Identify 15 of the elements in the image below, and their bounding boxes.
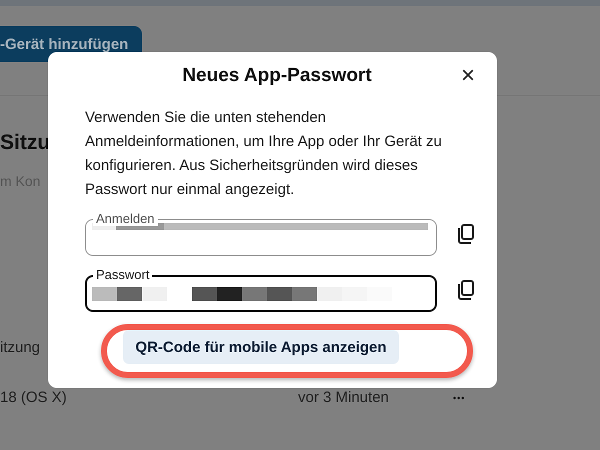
dialog-title: Neues App-Passwort — [181, 65, 373, 87]
field-label: Anmelden — [93, 211, 158, 226]
more-button[interactable]: ••• — [453, 392, 466, 402]
credential-field[interactable]: Anmelden — [85, 211, 437, 256]
device-name: 18 (OS X) — [0, 389, 68, 406]
copy-button[interactable] — [457, 224, 475, 244]
field-label: Passwort — [93, 267, 152, 282]
session-time: vor 3 Minuten — [298, 389, 390, 406]
credential-field[interactable]: Passwort — [85, 267, 437, 312]
row-label: itzung — [0, 339, 40, 356]
qr-code-button[interactable]: QR-Code für mobile Apps anzeigen — [123, 330, 399, 364]
close-button[interactable]: × — [458, 64, 477, 88]
dialog-description: Verwenden Sie die unten stehenden Anmeldeinformationen, um Ihre App oder Ihr Gerät zu konfigurieren. Aus Sicherheitsgründen wird dieses Passwort nur einmal angezeigt. — [85, 108, 443, 200]
section-title: Sitzu — [0, 131, 50, 155]
copy-button[interactable] — [457, 280, 475, 300]
